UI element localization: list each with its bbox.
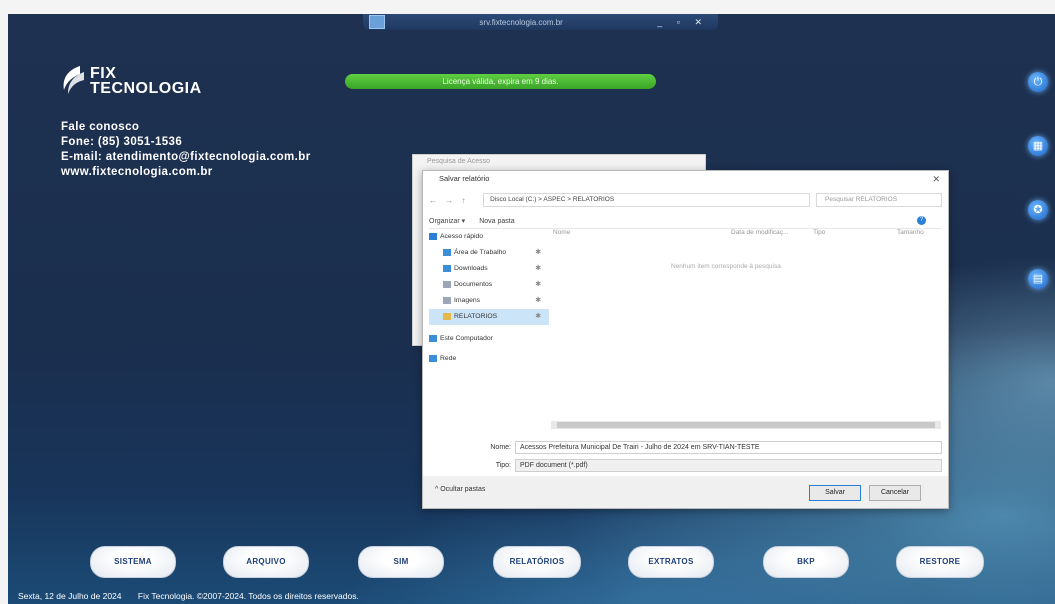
save-dialog-titlebar: Salvar relatório ✕	[423, 171, 948, 187]
menu-bkp-button[interactable]: BKP	[763, 546, 849, 578]
search-input[interactable]: Pesquisar RELATORIOS	[816, 193, 942, 207]
nav-item-label: Documentos	[454, 281, 493, 288]
dialog-toolbar: Organizar ▾ Nova pasta ?	[429, 214, 942, 229]
address-bar: ← → ↑ Disco Local (C:) > ASPEC > RELATOR…	[429, 193, 942, 207]
save-dialog-title: Salvar relatório	[439, 174, 490, 183]
dialog-footer: ^ Ocultar pastas Salvar Cancelar	[423, 476, 948, 508]
logo-swoosh-icon	[63, 66, 84, 94]
nav-item-network[interactable]: Rede	[429, 351, 549, 367]
column-name[interactable]: Nome	[553, 229, 570, 236]
remote-title-bar: srv.fixtecnologia.com.br _ ▫ ✕	[363, 14, 718, 30]
image-icon	[443, 296, 451, 304]
contact-email: E-mail: atendimento@fixtecnologia.com.br	[61, 151, 311, 163]
nav-item-label: Acesso rápido	[440, 233, 484, 240]
star-icon	[429, 232, 437, 240]
nav-item-documents[interactable]: Documentos ✱	[429, 277, 549, 293]
close-icon[interactable]: ✕	[932, 171, 940, 187]
menu-restore-button[interactable]: RESTORE	[896, 546, 984, 578]
access-search-title: Pesquisa de Acesso	[427, 158, 491, 165]
pin-icon: ✱	[535, 281, 541, 288]
window-app-icon	[369, 15, 385, 29]
pin-icon: ✱	[535, 265, 541, 272]
organize-button[interactable]: Organizar ▾	[429, 217, 465, 225]
contact-phone: Fone: (85) 3051-1536	[61, 136, 183, 148]
filename-field[interactable]: Acessos Prefeitura Municipal De Trairi -…	[515, 440, 942, 454]
nav-item-label: RELATORIOS	[454, 313, 498, 320]
nav-item-this-pc[interactable]: Este Computador	[429, 331, 549, 347]
pin-icon: ✱	[535, 249, 541, 256]
document-icon	[443, 280, 451, 288]
filetype-row: Tipo: PDF document (*.pdf)	[429, 458, 942, 472]
status-date: Sexta, 12 de Julho de 2024	[18, 591, 122, 601]
nav-item-label: Este Computador	[440, 335, 493, 342]
calculator-icon[interactable]: ▦	[1028, 136, 1048, 156]
window-controls[interactable]: _ ▫ ✕	[657, 17, 708, 28]
folder-icon	[443, 312, 451, 320]
logo-text-fix: FIX	[90, 65, 117, 82]
menu-sistema-button[interactable]: SISTEMA	[90, 546, 176, 578]
nav-item-downloads[interactable]: Downloads ✱	[429, 261, 549, 277]
filename-label: Nome:	[490, 443, 511, 451]
column-size[interactable]: Tamanho	[897, 229, 924, 236]
company-logo: FIX TECNOLOGIA	[58, 64, 202, 98]
breadcrumb[interactable]: Disco Local (C:) > ASPEC > RELATORIOS	[483, 193, 811, 207]
logo-text-tecnologia: TECNOLOGIA	[90, 80, 202, 97]
filetype-select[interactable]: PDF document (*.pdf)	[515, 458, 942, 472]
filetype-label: Tipo:	[495, 461, 511, 469]
contact-info: Fale conosco Fone: (85) 3051-1536 E-mail…	[61, 120, 311, 180]
save-button[interactable]: Salvar	[809, 485, 861, 501]
nav-item-label: Área de Trabalho	[454, 249, 507, 256]
nav-item-quick-access[interactable]: Acesso rápido	[429, 229, 549, 245]
menu-extratos-button[interactable]: EXTRATOS	[628, 546, 714, 578]
pin-icon: ✱	[535, 313, 541, 320]
computer-icon	[429, 334, 437, 342]
column-type[interactable]: Tipo	[813, 229, 825, 236]
horizontal-scrollbar[interactable]	[551, 421, 941, 429]
report-icon[interactable]: ▤	[1028, 269, 1048, 289]
nav-arrows[interactable]: ← → ↑	[429, 196, 483, 205]
license-status-bar: Licença válida, expira em 9 dias.	[345, 74, 656, 89]
empty-message: Nenhum item corresponde à pesquisa.	[671, 263, 783, 270]
filename-row: Nome: Acessos Prefeitura Municipal De Tr…	[429, 440, 942, 454]
nav-item-label: Downloads	[454, 265, 488, 272]
nav-item-label: Rede	[440, 355, 457, 362]
nav-item-desktop[interactable]: Área de Trabalho ✱	[429, 245, 549, 261]
pin-icon: ✱	[535, 297, 541, 304]
navigation-pane: Acesso rápido Área de Trabalho ✱ Download…	[429, 229, 549, 419]
help-icon[interactable]: ?	[917, 216, 926, 225]
file-list: Nome Data de modificaç... Tipo Tamanho N…	[551, 229, 941, 419]
menu-relatorios-button[interactable]: RELATÓRIOS	[493, 546, 581, 578]
cancel-button[interactable]: Cancelar	[869, 485, 921, 501]
power-icon[interactable]: ⏻	[1028, 72, 1048, 92]
app-window: srv.fixtecnologia.com.br _ ▫ ✕ FIX TECNO…	[8, 14, 1055, 604]
menu-arquivo-button[interactable]: ARQUIVO	[223, 546, 309, 578]
nav-item-images[interactable]: Imagens ✱	[429, 293, 549, 309]
hide-folders-toggle[interactable]: ^ Ocultar pastas	[435, 486, 485, 493]
network-icon	[429, 354, 437, 362]
nav-item-relatorios[interactable]: RELATORIOS ✱	[429, 309, 549, 325]
status-bar: Sexta, 12 de Julho de 2024 Fix Tecnologi…	[18, 591, 373, 601]
contact-heading: Fale conosco	[61, 121, 140, 133]
contact-website[interactable]: www.fixtecnologia.com.br	[61, 165, 311, 180]
new-folder-button[interactable]: Nova pasta	[479, 218, 514, 225]
download-folder-icon	[443, 264, 451, 272]
support-icon[interactable]: ✪	[1028, 200, 1048, 220]
folder-icon	[443, 248, 451, 256]
window-title: srv.fixtecnologia.com.br	[479, 17, 563, 27]
save-report-dialog: Salvar relatório ✕ ← → ↑ Disco Local (C:…	[422, 170, 949, 509]
scrollbar-thumb[interactable]	[557, 422, 935, 428]
status-copyright: Fix Tecnologia. ©2007-2024. Todos os dir…	[137, 591, 359, 601]
menu-sim-button[interactable]: SIM	[358, 546, 444, 578]
nav-item-label: Imagens	[454, 297, 481, 304]
column-date[interactable]: Data de modificaç...	[731, 229, 788, 236]
